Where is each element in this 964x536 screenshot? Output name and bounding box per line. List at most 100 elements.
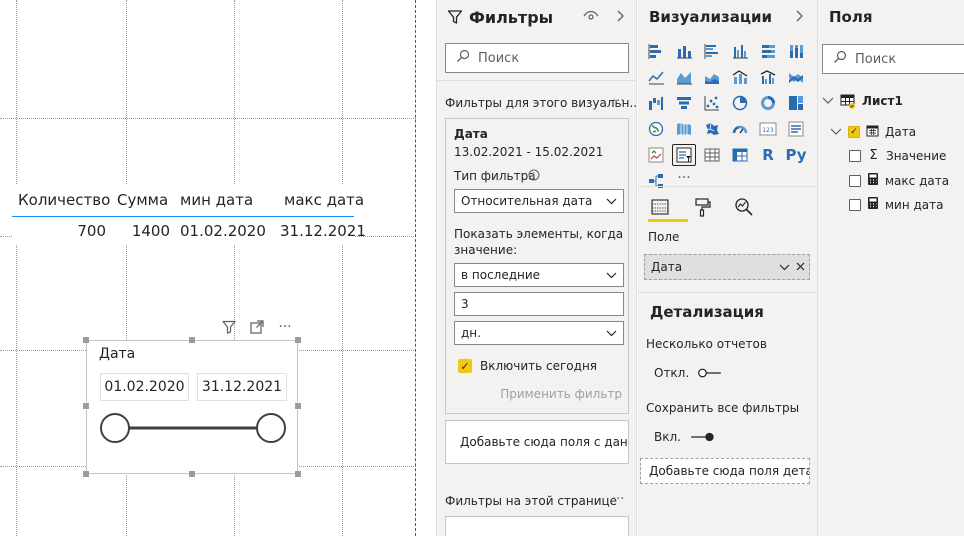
filter-card-date[interactable]: Дата 13.02.2021 - 15.02.2021 Тип фильтра… (445, 118, 629, 414)
slicer-start-date-input[interactable]: 01.02.2020 (100, 373, 189, 401)
condition-dropdown[interactable]: в последние (454, 263, 624, 287)
unit-dropdown[interactable]: дн. (454, 321, 624, 345)
more-options-icon[interactable]: ··· (612, 94, 624, 109)
stacked-bar-chart-icon[interactable] (644, 40, 668, 62)
field-item-value[interactable]: Σ Значение (849, 148, 946, 163)
toggle-state-label: Вкл. (654, 430, 681, 444)
add-data-fields-well[interactable]: Добавьте сюда поля с дан... (445, 420, 629, 464)
slicer-end-date-input[interactable]: 31.12.2021 (197, 373, 287, 401)
column-header[interactable]: Сумма (114, 191, 180, 209)
column-header[interactable]: Количество (12, 191, 114, 209)
resize-handle[interactable] (295, 471, 301, 477)
column-header[interactable]: мин дата (180, 191, 270, 209)
resize-handle[interactable] (295, 337, 301, 343)
chevron-down-icon[interactable] (779, 260, 790, 274)
map-icon[interactable] (644, 118, 668, 140)
matrix-visual-icon[interactable] (728, 144, 752, 166)
stacked-area-chart-icon[interactable] (700, 66, 724, 88)
filter-icon[interactable] (220, 318, 238, 336)
shape-map-icon[interactable] (700, 118, 724, 140)
resize-handle[interactable] (189, 337, 195, 343)
collapse-chevron-icon[interactable] (794, 8, 804, 27)
clustered-bar-chart-icon[interactable] (700, 40, 724, 62)
clustered-column-chart-icon[interactable] (728, 40, 752, 62)
field-item-date[interactable]: ✓ Дата (830, 124, 916, 140)
donut-chart-icon[interactable] (756, 92, 780, 114)
focus-mode-icon[interactable] (248, 318, 266, 336)
treemap-icon[interactable] (784, 92, 808, 114)
funnel-chart-icon[interactable] (672, 92, 696, 114)
include-today-checkbox[interactable]: ✓ Включить сегодня (458, 359, 597, 373)
100-stacked-column-chart-icon[interactable] (784, 40, 808, 62)
gauge-icon[interactable] (728, 118, 752, 140)
line-chart-icon[interactable] (644, 66, 668, 88)
scatter-chart-icon[interactable] (700, 92, 724, 114)
line-and-column-chart-icon[interactable] (728, 66, 752, 88)
eye-icon[interactable] (583, 10, 599, 25)
format-tab-icon[interactable] (690, 197, 714, 217)
field-checkbox[interactable] (849, 174, 861, 187)
apply-filter-button[interactable]: Применить фильтр (500, 387, 622, 401)
field-item-max-date[interactable]: макс дата (849, 172, 949, 189)
divider (437, 80, 636, 81)
filter-type-label: Тип фильтра (454, 169, 536, 183)
info-icon[interactable] (528, 169, 540, 184)
chevron-down-icon[interactable] (822, 94, 834, 108)
dropdown-value: Относительная дата (461, 194, 593, 208)
r-script-visual-icon[interactable]: R (756, 144, 780, 166)
filters-search-input[interactable]: Поиск (445, 43, 629, 73)
keep-filters-toggle[interactable]: Вкл. (654, 430, 715, 444)
field-checkbox[interactable] (849, 198, 861, 211)
python-visual-icon[interactable]: Py (784, 144, 808, 166)
visual-type-gallery: 123 R Py ··· (644, 40, 812, 196)
field-item-min-date[interactable]: мин дата (849, 196, 944, 213)
field-checkbox[interactable]: ✓ (848, 126, 860, 138)
line-and-clustered-column-chart-icon[interactable] (756, 66, 780, 88)
canvas-edge (415, 0, 416, 536)
report-canvas[interactable]: Количество Сумма мин дата макс дата 700 … (0, 0, 416, 536)
field-well-date[interactable]: Дата (644, 254, 810, 280)
amount-input[interactable]: 3 (454, 292, 624, 316)
page-filters-well[interactable] (445, 516, 629, 536)
cross-report-toggle[interactable]: Откл. (654, 366, 723, 380)
kpi-icon[interactable] (644, 144, 668, 166)
analytics-tab-icon[interactable] (732, 197, 756, 217)
resize-handle[interactable] (83, 403, 89, 409)
multi-row-card-icon[interactable] (784, 118, 808, 140)
column-header[interactable]: макс дата (270, 191, 364, 209)
filters-pane: Фильтры Поиск Фильтры для этого визуальн… (436, 0, 641, 536)
waterfall-chart-icon[interactable] (644, 92, 668, 114)
more-options-icon[interactable]: ··· (276, 318, 294, 336)
card-icon[interactable]: 123 (756, 118, 780, 140)
drillthrough-fields-well[interactable]: Добавьте сюда поля дета... (640, 458, 810, 484)
filled-map-icon[interactable] (672, 118, 696, 140)
field-table-node[interactable]: Лист1 (822, 93, 903, 109)
more-visuals-icon[interactable]: ··· (672, 170, 696, 192)
chevron-down-icon[interactable] (830, 125, 842, 139)
resize-handle[interactable] (83, 471, 89, 477)
area-chart-icon[interactable] (672, 66, 696, 88)
stacked-column-chart-icon[interactable] (672, 40, 696, 62)
100-stacked-bar-chart-icon[interactable] (756, 40, 780, 62)
filter-type-dropdown[interactable]: Относительная дата (454, 189, 624, 213)
ribbon-chart-icon[interactable] (784, 66, 808, 88)
table-name: Лист1 (862, 94, 903, 108)
date-slicer[interactable]: Дата 01.02.2020 31.12.2021 (83, 337, 301, 477)
table-visual-icon[interactable] (700, 144, 724, 166)
more-options-icon[interactable]: ··· (612, 492, 624, 507)
resize-handle[interactable] (295, 403, 301, 409)
close-icon[interactable] (796, 260, 805, 274)
resize-handle[interactable] (83, 337, 89, 343)
slicer-visual-icon[interactable] (672, 144, 696, 166)
fields-tab-icon[interactable] (648, 198, 672, 216)
cross-report-label: Несколько отчетов (646, 337, 767, 351)
table-visual[interactable]: Количество Сумма мин дата макс дата 700 … (12, 184, 366, 245)
calculator-icon (867, 196, 879, 213)
collapse-chevron-icon[interactable] (615, 8, 625, 27)
resize-handle[interactable] (189, 471, 195, 477)
pie-chart-icon[interactable] (728, 92, 752, 114)
filter-icon (447, 9, 463, 25)
field-checkbox[interactable] (849, 149, 861, 162)
fields-search-input[interactable]: Поиск (822, 44, 964, 74)
decomposition-tree-icon[interactable] (644, 170, 668, 192)
